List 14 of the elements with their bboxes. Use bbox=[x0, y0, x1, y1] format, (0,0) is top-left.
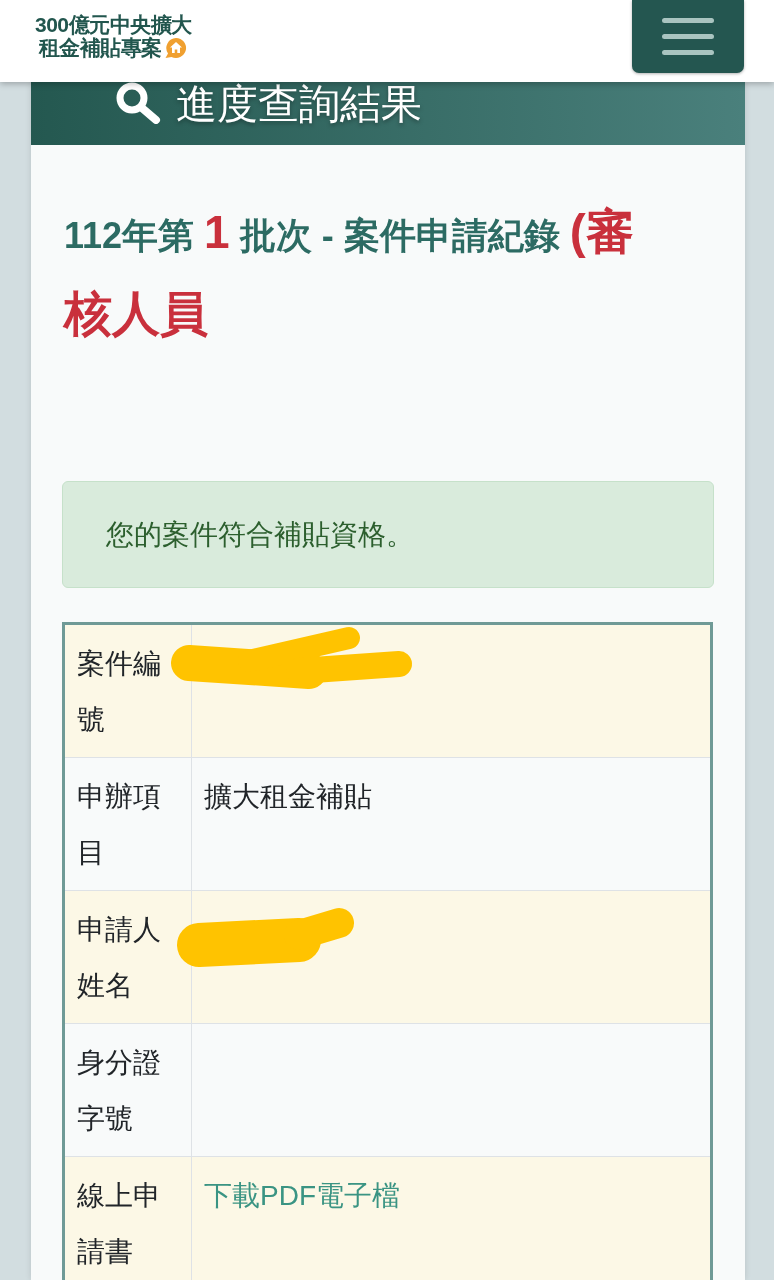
menu-button[interactable] bbox=[632, 0, 744, 73]
row-value: 擴大租金補貼 bbox=[204, 781, 372, 812]
record-heading: 112年第 1 批次 - 案件申請紀錄 (審核人員 bbox=[64, 204, 635, 342]
logo-text[interactable]: 300億元中央擴大 bbox=[35, 13, 192, 36]
row-label: 案件編號 bbox=[63, 623, 192, 758]
alert-message: 您的案件符合補貼資格。 bbox=[106, 517, 414, 552]
row-label: 線上申請書 bbox=[63, 1156, 192, 1280]
menu-icon bbox=[662, 18, 714, 55]
row-label: 身分證字號 bbox=[63, 1023, 192, 1157]
house-bubble-icon bbox=[163, 36, 188, 59]
panel-title: 進度查詢結果 bbox=[176, 82, 422, 126]
row-label: 申辦項目 bbox=[63, 757, 192, 891]
logo-text[interactable]: 租金補貼專案 bbox=[38, 36, 162, 59]
row-label: 申請人姓名 bbox=[63, 890, 192, 1024]
